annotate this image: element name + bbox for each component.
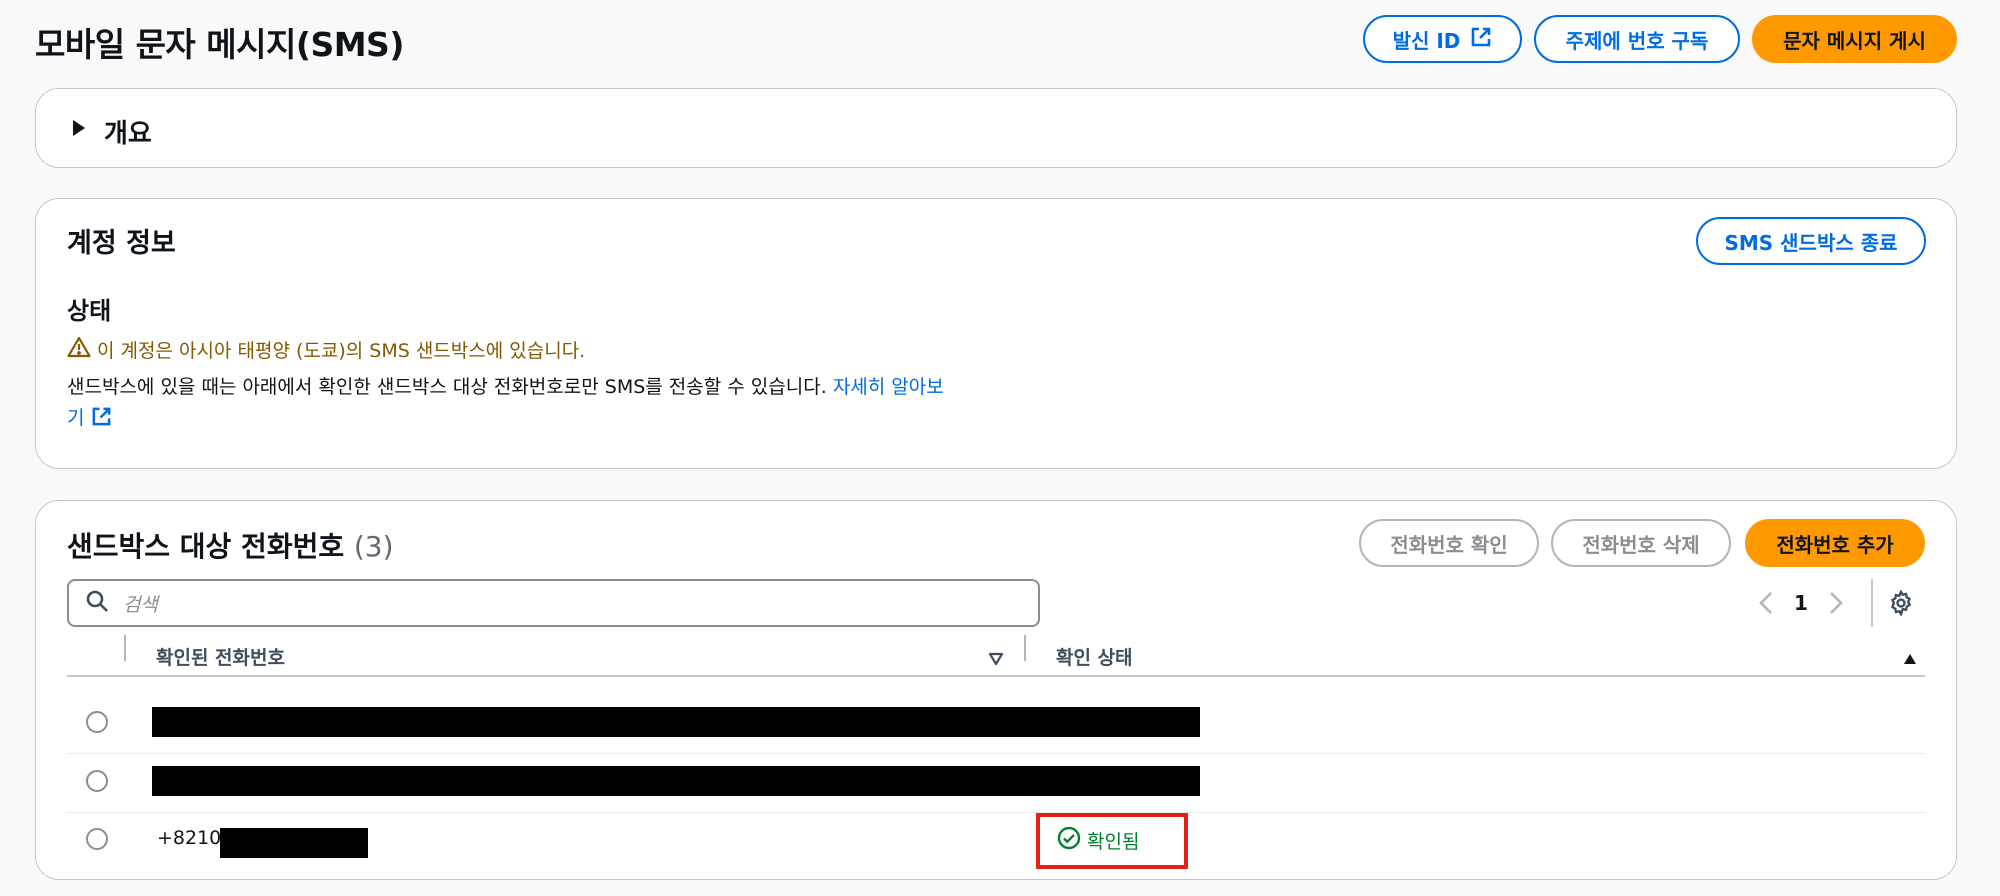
sandbox-numbers-panel: 샌드박스 대상 전화번호 (3) 전화번호 확인 전화번호 삭제 전화번호 추가…: [35, 500, 1957, 880]
add-number-label: 전화번호 추가: [1776, 532, 1894, 557]
sort-descending-icon[interactable]: [988, 651, 1004, 670]
status-heading: 상태: [67, 297, 112, 325]
exit-sandbox-button[interactable]: SMS 샌드박스 종료: [1696, 217, 1926, 265]
phone-number: +8210: [157, 827, 222, 849]
redacted-phone: [220, 828, 368, 858]
pagination: 1: [1746, 579, 1856, 627]
sandbox-numbers-title: 샌드박스 대상 전화번호 (3): [67, 525, 394, 565]
chevron-left-icon[interactable]: [1746, 591, 1786, 615]
description-text: 샌드박스에 있을 때는 아래에서 확인한 샌드박스 대상 전화번호로만 SMS를…: [67, 376, 827, 398]
warning-icon: [67, 336, 91, 363]
table-header-border: [67, 675, 1925, 677]
external-link-icon: [1470, 26, 1492, 53]
chevron-right-icon[interactable]: [1816, 591, 1856, 615]
warning-text: 이 계정은 아시아 태평양 (도쿄)의 SMS 샌드박스에 있습니다.: [97, 340, 586, 362]
caret-right-icon: [71, 119, 87, 141]
overview-panel[interactable]: 개요: [35, 88, 1957, 168]
gear-icon[interactable]: [1888, 589, 1914, 620]
origination-id-button[interactable]: 발신 ID: [1363, 15, 1522, 63]
redacted-phone: [152, 766, 1200, 796]
verify-number-button[interactable]: 전화번호 확인: [1359, 519, 1539, 567]
external-link-icon: [91, 407, 112, 429]
page-number[interactable]: 1: [1786, 591, 1816, 615]
search-input[interactable]: 검색: [67, 579, 1040, 627]
column-divider: [1024, 635, 1026, 661]
delete-number-button[interactable]: 전화번호 삭제: [1551, 519, 1731, 567]
sort-ascending-icon[interactable]: [1902, 651, 1918, 670]
row-select-radio[interactable]: [86, 770, 108, 792]
subscribe-number-button[interactable]: 주제에 번호 구독: [1534, 15, 1740, 63]
add-number-button[interactable]: 전화번호 추가: [1745, 519, 1925, 567]
delete-number-label: 전화번호 삭제: [1582, 532, 1700, 557]
page-title: 모바일 문자 메시지(SMS): [35, 25, 404, 64]
publish-text-label: 문자 메시지 게시: [1783, 28, 1926, 53]
search-icon: [85, 589, 109, 617]
sandbox-count: (3): [353, 530, 394, 563]
row-select-radio[interactable]: [86, 828, 108, 850]
row-divider: [67, 753, 1925, 754]
row-select-radio[interactable]: [86, 711, 108, 733]
pager-divider: [1871, 579, 1873, 627]
search-placeholder: 검색: [123, 593, 158, 616]
row-divider: [67, 812, 1925, 813]
learn-more-text-1: 자세히 알아보: [832, 376, 944, 398]
sandbox-description: 샌드박스에 있을 때는 아래에서 확인한 샌드박스 대상 전화번호로만 SMS를…: [67, 372, 1017, 434]
overview-label: 개요: [104, 119, 152, 149]
publish-text-button[interactable]: 문자 메시지 게시: [1752, 15, 1957, 63]
column-divider: [124, 635, 126, 661]
subscribe-number-label: 주제에 번호 구독: [1565, 28, 1709, 53]
column-header-status[interactable]: 확인 상태: [1056, 643, 1133, 670]
learn-more-text-2: 기: [67, 407, 85, 429]
redacted-phone: [152, 707, 1200, 737]
origination-id-label: 발신 ID: [1392, 28, 1461, 53]
account-info-panel: 계정 정보 SMS 샌드박스 종료 상태 이 계정은 아시아 태평양 (도쿄)의…: [35, 198, 1957, 469]
column-header-phone[interactable]: 확인된 전화번호: [156, 643, 285, 670]
sandbox-warning: 이 계정은 아시아 태평양 (도쿄)의 SMS 샌드박스에 있습니다.: [67, 336, 585, 363]
verify-number-label: 전화번호 확인: [1390, 532, 1508, 557]
account-info-title: 계정 정보: [67, 228, 176, 259]
highlight-box: [1036, 813, 1188, 869]
exit-sandbox-label: SMS 샌드박스 종료: [1724, 230, 1898, 255]
sandbox-title-text: 샌드박스 대상 전화번호: [67, 530, 345, 563]
